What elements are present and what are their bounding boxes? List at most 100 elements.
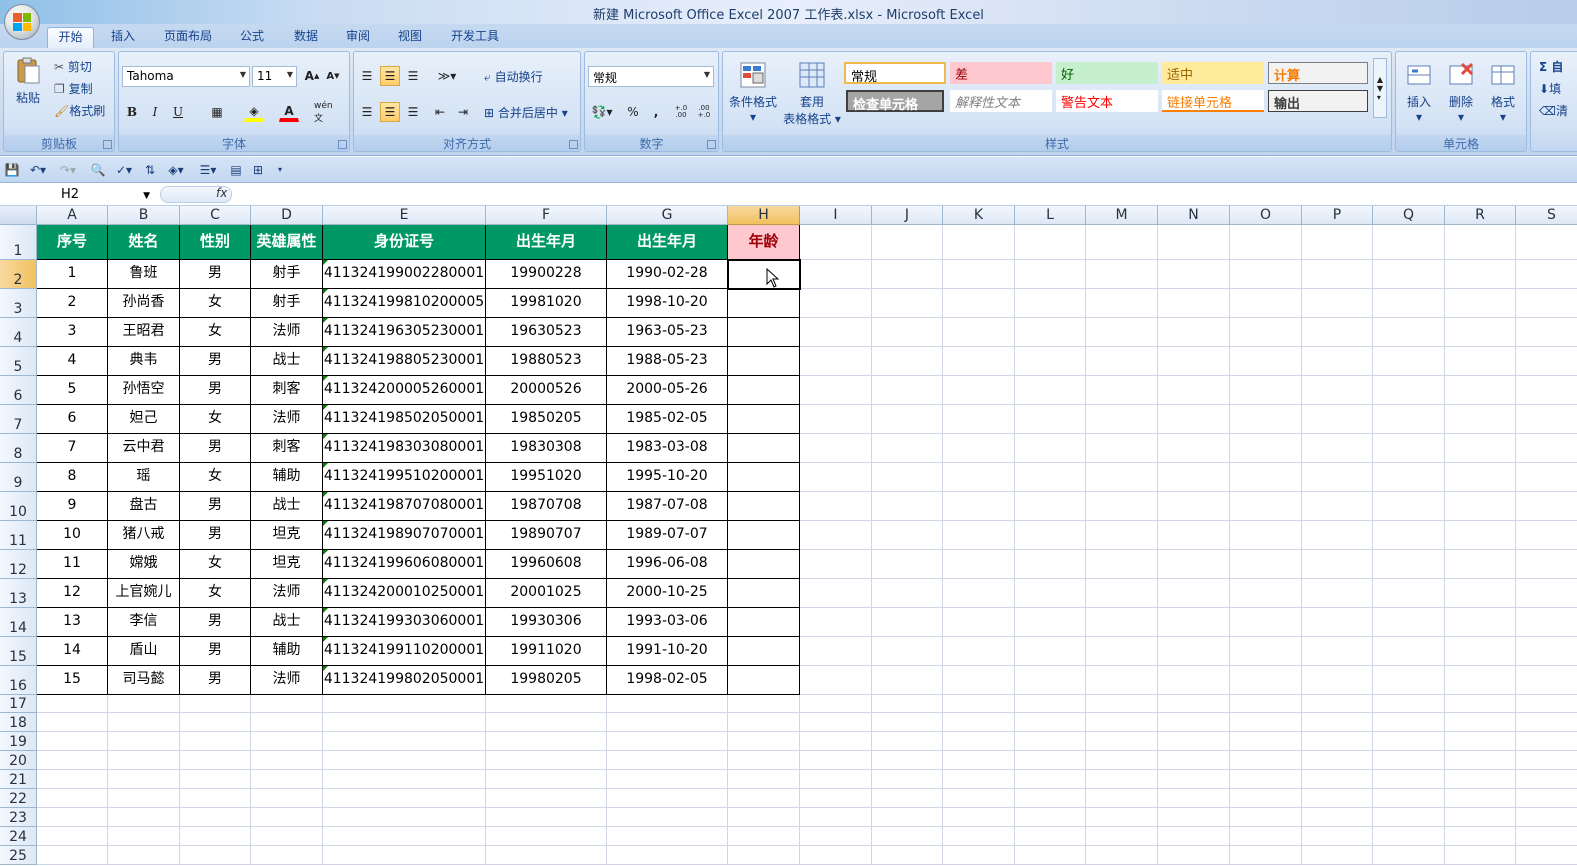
table-cell[interactable]: 女 — [180, 550, 251, 579]
grid-cell[interactable] — [1373, 434, 1445, 463]
table-cell[interactable]: 11 — [37, 550, 108, 579]
grid-cell[interactable] — [1015, 695, 1086, 713]
grid-cell[interactable] — [1086, 260, 1158, 289]
grid-cell[interactable] — [1302, 376, 1373, 405]
grid-cell[interactable] — [1445, 770, 1516, 789]
row-header-11[interactable]: 11 — [0, 521, 37, 550]
column-header-L[interactable]: L — [1015, 206, 1086, 225]
row-header-10[interactable]: 10 — [0, 492, 37, 521]
grid-cell[interactable] — [251, 789, 323, 808]
id-number-cell[interactable]: 411324200010250001 — [323, 579, 486, 608]
table-cell[interactable]: 法师 — [251, 666, 323, 695]
grid-cell[interactable] — [1516, 260, 1577, 289]
grid-cell[interactable] — [1373, 376, 1445, 405]
grid-cell[interactable] — [486, 789, 607, 808]
grid-cell[interactable] — [1086, 289, 1158, 318]
grid-cell[interactable] — [323, 751, 486, 770]
table-cell[interactable]: 女 — [180, 405, 251, 434]
grid-cell[interactable] — [943, 808, 1015, 827]
grid-cell[interactable] — [251, 846, 323, 865]
grid-cell[interactable] — [943, 713, 1015, 732]
grid-cell[interactable] — [1373, 579, 1445, 608]
grid-cell[interactable] — [872, 789, 943, 808]
grid-cell[interactable] — [1373, 347, 1445, 376]
id-number-cell[interactable]: 411324199510200001 — [323, 463, 486, 492]
grid-cell[interactable] — [1086, 347, 1158, 376]
row-header-16[interactable]: 16 — [0, 666, 37, 695]
grid-cell[interactable] — [943, 732, 1015, 751]
clipboard-launcher-icon[interactable] — [103, 140, 112, 149]
grid-cell[interactable] — [486, 751, 607, 770]
fx-button[interactable]: fx — [216, 186, 227, 200]
table-cell[interactable]: 19870708 — [486, 492, 607, 521]
table-cell[interactable]: 男 — [180, 637, 251, 666]
bold-button[interactable]: B — [122, 102, 142, 122]
row-header-1[interactable]: 1 — [0, 225, 37, 260]
grid-cell[interactable] — [1445, 347, 1516, 376]
grid-cell[interactable] — [1516, 713, 1577, 732]
grid-cell[interactable] — [1158, 434, 1230, 463]
table-cell[interactable]: 鲁班 — [108, 260, 180, 289]
grid-cell[interactable] — [1302, 463, 1373, 492]
table-cell[interactable]: 男 — [180, 376, 251, 405]
grid-cell[interactable] — [1516, 463, 1577, 492]
grid-cell[interactable] — [872, 492, 943, 521]
grid-cell[interactable] — [486, 770, 607, 789]
grid-cell[interactable] — [943, 318, 1015, 347]
grid-cell[interactable] — [1015, 289, 1086, 318]
column-header-O[interactable]: O — [1230, 206, 1302, 225]
grid-cell[interactable] — [251, 770, 323, 789]
column-header-M[interactable]: M — [1086, 206, 1158, 225]
table-cell[interactable]: 19890707 — [486, 521, 607, 550]
grid-cell[interactable] — [251, 808, 323, 827]
table-cell[interactable]: 19630523 — [486, 318, 607, 347]
conditional-format-button[interactable]: 条件格式 ▾ — [727, 60, 779, 124]
table-header-cell[interactable]: 英雄属性 — [251, 225, 323, 260]
grid-cell[interactable] — [1373, 713, 1445, 732]
column-header-Q[interactable]: Q — [1373, 206, 1445, 225]
grid-cell[interactable] — [943, 608, 1015, 637]
grid-cell[interactable] — [943, 225, 1015, 260]
sort-icon[interactable]: ⇅ — [142, 162, 158, 178]
grid-cell[interactable] — [1302, 260, 1373, 289]
grid-cell[interactable] — [486, 808, 607, 827]
grid-cell[interactable] — [251, 827, 323, 846]
grid-cell[interactable] — [800, 770, 872, 789]
grid-cell[interactable] — [1015, 318, 1086, 347]
grid-cell[interactable] — [1302, 289, 1373, 318]
grid-cell[interactable] — [800, 827, 872, 846]
table-cell[interactable]: 1993-03-06 — [607, 608, 728, 637]
grid-cell[interactable] — [1086, 225, 1158, 260]
grid-cell[interactable] — [800, 808, 872, 827]
align-bottom-icon[interactable]: ☰ — [403, 66, 423, 86]
grid-cell[interactable] — [1158, 289, 1230, 318]
table-cell[interactable]: 司马懿 — [108, 666, 180, 695]
grid-cell[interactable] — [943, 463, 1015, 492]
table-cell[interactable]: 男 — [180, 347, 251, 376]
style-neutral[interactable]: 适中 — [1162, 62, 1264, 84]
grid-cell[interactable] — [1373, 666, 1445, 695]
align-right-icon[interactable]: ☰ — [403, 102, 423, 122]
grid-cell[interactable] — [486, 846, 607, 865]
grid-cell[interactable] — [1373, 225, 1445, 260]
table-cell[interactable]: 8 — [37, 463, 108, 492]
id-number-cell[interactable]: 411324199606080001 — [323, 550, 486, 579]
grid-cell[interactable] — [1086, 608, 1158, 637]
table-cell[interactable]: 辅助 — [251, 463, 323, 492]
id-number-cell[interactable]: 411324198502050001 — [323, 405, 486, 434]
grid-cell[interactable] — [1015, 713, 1086, 732]
style-calculation[interactable]: 计算 — [1268, 62, 1368, 84]
table-cell[interactable]: 2000-05-26 — [607, 376, 728, 405]
styles-scroll-icon[interactable]: ▲ ▼ ▾ — [1373, 58, 1387, 118]
grid-cell[interactable] — [1516, 751, 1577, 770]
grid-cell[interactable] — [1158, 463, 1230, 492]
grid-cell[interactable] — [872, 405, 943, 434]
table-cell[interactable]: 法师 — [251, 579, 323, 608]
undo-icon[interactable]: ↶▾ — [26, 162, 50, 178]
grid-cell[interactable] — [1373, 318, 1445, 347]
grid-cell[interactable] — [1373, 608, 1445, 637]
grid-cell[interactable] — [1302, 579, 1373, 608]
name-box[interactable]: H2 ▼ — [2, 185, 154, 204]
table-cell[interactable]: 1995-10-20 — [607, 463, 728, 492]
grid-cell[interactable] — [1015, 608, 1086, 637]
